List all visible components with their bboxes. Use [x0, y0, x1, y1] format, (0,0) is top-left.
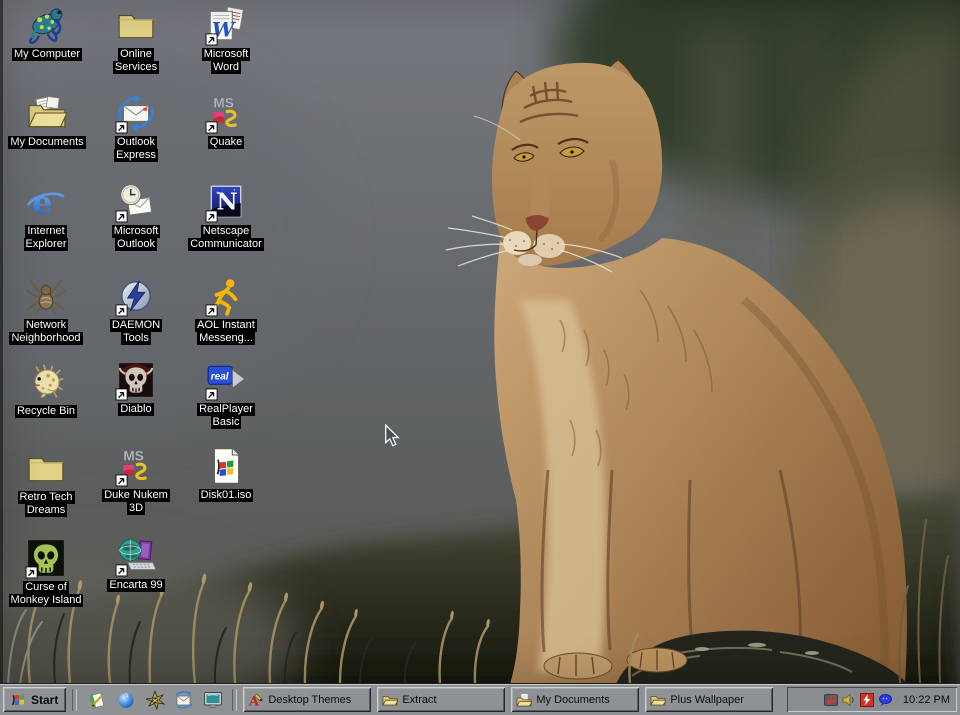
desktop-icon-retro-tech-dreams[interactable]: Retro TechDreams [0, 447, 92, 517]
task-button-label: My Documents [536, 694, 609, 706]
desktop-icon-outlook-express[interactable]: OutlookExpress [90, 92, 182, 162]
task-button-label: Plus Wallpaper [670, 694, 744, 706]
daemon-tools-icon [90, 275, 182, 317]
my-documents-icon [1, 92, 93, 134]
task-buttons: ADesktop Themes Extract My Documents Plus W… [243, 687, 783, 712]
start-label: Start [31, 693, 58, 707]
quake-icon: MS [180, 92, 272, 134]
desktop-icon-online-services[interactable]: OnlineServices [90, 4, 182, 74]
desktop-icon-label: OnlineServices [90, 48, 182, 74]
svg-text:real: real [211, 371, 229, 382]
desktop-icon-label: DAEMONTools [90, 319, 182, 345]
desktop-icon-curse-of-monkey-island[interactable]: Curse ofMonkey Island [0, 537, 92, 607]
taskbar: Start ADesktop Themes Extract My Documents… [0, 683, 960, 715]
desktop-icon-quake[interactable]: MS Quake [180, 92, 272, 149]
desktop-icon-label: RealPlayerBasic [180, 403, 272, 429]
microsoft-outlook-icon [90, 181, 182, 223]
volume-tray-icon[interactable] [841, 692, 857, 708]
recycle-bin-icon [0, 361, 92, 403]
duke-nukem-3d-icon: MS [90, 445, 182, 487]
curse-of-monkey-island-icon [0, 537, 92, 579]
desktop-icon-label: Diablo [90, 403, 182, 416]
windows-logo-icon [11, 692, 27, 708]
retro-tech-dreams-icon [0, 447, 92, 489]
quicklaunch-monitor-icon[interactable] [199, 688, 226, 712]
disk01-iso-icon [180, 445, 272, 487]
desktop-icon-label: MicrosoftOutlook [90, 225, 182, 251]
desktop-icon-daemon-tools[interactable]: DAEMONTools [90, 275, 182, 345]
desktop-icon-diablo[interactable]: Diablo [90, 359, 182, 416]
desktop-icon-label: NetworkNeighborhood [0, 319, 92, 345]
desktop-icon-duke-nukem-3d[interactable]: MS Duke Nukem3D [90, 445, 182, 515]
desktop-icon-label: NetscapeCommunicator [180, 225, 272, 251]
svg-text:MS: MS [123, 449, 143, 464]
chat-tray-icon[interactable] [877, 692, 893, 708]
task-button-plus-wallpaper[interactable]: Plus Wallpaper [645, 687, 773, 712]
system-tray: 10:22 PM [787, 687, 957, 712]
desktop-icon-label: Recycle Bin [0, 405, 92, 418]
diablo-icon [90, 359, 182, 401]
desktop-icon-recycle-bin[interactable]: Recycle Bin [0, 361, 92, 418]
svg-text:MS: MS [213, 96, 233, 111]
quicklaunch-starburst-icon[interactable] [141, 688, 168, 712]
svg-text:e: e [32, 185, 52, 222]
quicklaunch-mail-icon[interactable] [170, 688, 197, 712]
desktop-icon-network-neighborhood[interactable]: NetworkNeighborhood [0, 275, 92, 345]
screen: My Computer My Documents e InternetExplorer… [0, 0, 960, 715]
svg-text:N: N [217, 188, 238, 215]
netscape-communicator-icon: N [180, 181, 272, 223]
desktop-icon-label: InternetExplorer [0, 225, 92, 251]
tray-icons [823, 692, 893, 708]
quicklaunch-water-drop-icon[interactable] [112, 688, 139, 712]
desktop-icon-microsoft-outlook[interactable]: MicrosoftOutlook [90, 181, 182, 251]
desktop-icon-label: Duke Nukem3D [90, 489, 182, 515]
quicklaunch-pen-document-icon[interactable] [83, 688, 110, 712]
desktop-icon-encarta-99[interactable]: Encarta 99 [90, 535, 182, 592]
desktop-icon-label: My Documents [1, 136, 93, 149]
clock[interactable]: 10:22 PM [903, 694, 950, 706]
network-neighborhood-icon [0, 275, 92, 317]
microsoft-word-icon: W [180, 4, 272, 46]
desktop-icon-netscape-communicator[interactable]: N NetscapeCommunicator [180, 181, 272, 251]
aol-instant-messenger-icon [180, 275, 272, 317]
internet-explorer-icon: e [0, 181, 92, 223]
my-computer-icon [1, 4, 93, 46]
taskbar-separator [72, 689, 77, 711]
desktop-icon-label: Encarta 99 [90, 579, 182, 592]
desktop-icon-disk01-iso[interactable]: Disk01.iso [180, 445, 272, 502]
online-services-icon [90, 4, 182, 46]
media-player-tray-icon[interactable] [823, 692, 839, 708]
desktop[interactable]: My Computer My Documents e InternetExplorer… [0, 0, 960, 684]
encarta-99-icon [90, 535, 182, 577]
desktop-icon-label: OutlookExpress [90, 136, 182, 162]
desktop-icon-label: Quake [180, 136, 272, 149]
desktop-icon-my-documents[interactable]: My Documents [1, 92, 93, 149]
taskbar-separator [232, 689, 237, 711]
daemon-tools-tray-icon[interactable] [859, 692, 875, 708]
desktop-icon-label: Curse ofMonkey Island [0, 581, 92, 607]
desktop-icon-label: AOL InstantMesseng... [180, 319, 272, 345]
desktop-icon-microsoft-word[interactable]: WMicrosoftWord [180, 4, 272, 74]
desktop-icon-my-computer[interactable]: My Computer [1, 4, 93, 61]
desktop-icon-internet-explorer[interactable]: e InternetExplorer [0, 181, 92, 251]
desktop-icon-aol-instant-messenger[interactable]: AOL InstantMesseng... [180, 275, 272, 345]
outlook-express-icon [90, 92, 182, 134]
realplayer-basic-icon: real [180, 359, 272, 401]
desktop-icon-label: MicrosoftWord [180, 48, 272, 74]
desktop-icon-label: My Computer [1, 48, 93, 61]
start-button[interactable]: Start [3, 687, 66, 712]
task-button-label: Desktop Themes [268, 694, 351, 706]
quick-launch-bar [83, 688, 226, 712]
task-button-desktop-themes[interactable]: ADesktop Themes [243, 687, 371, 712]
task-button-label: Extract [402, 694, 436, 706]
desktop-icon-realplayer-basic[interactable]: real RealPlayerBasic [180, 359, 272, 429]
task-button-extract[interactable]: Extract [377, 687, 505, 712]
desktop-icon-label: Disk01.iso [180, 489, 272, 502]
task-button-my-documents[interactable]: My Documents [511, 687, 639, 712]
desktop-icon-label: Retro TechDreams [0, 491, 92, 517]
